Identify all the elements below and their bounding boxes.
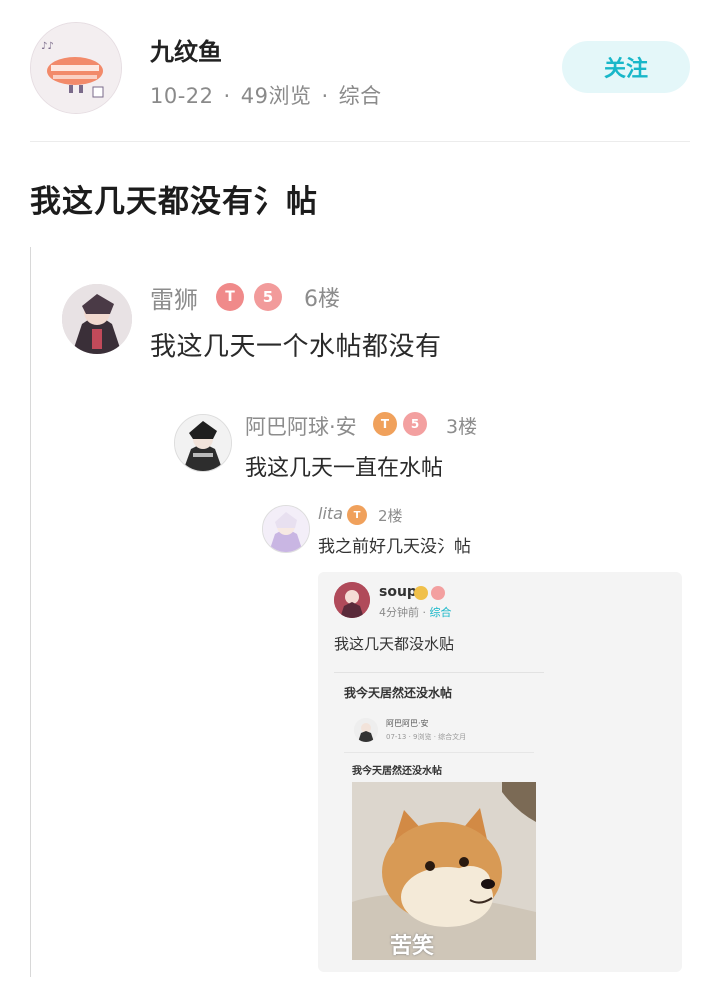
quote-avatar-3 <box>262 505 310 553</box>
meme-caption: 苦笑 <box>389 934 434 959</box>
quote-text-3: 我之前好几天没氵帖 <box>318 537 471 557</box>
quote-text-1: 我这几天一个水帖都没有 <box>150 332 442 362</box>
embedded-nested-avatar <box>354 718 378 742</box>
meta-separator: · <box>223 84 231 108</box>
author-name[interactable]: 九纹鱼 <box>150 32 222 67</box>
follow-button[interactable]: 关注 <box>562 41 690 93</box>
quote-avatar-2 <box>174 414 232 472</box>
embedded-avatar <box>334 582 370 618</box>
quote-user-3: lita <box>318 504 343 523</box>
header-divider <box>30 141 690 142</box>
embedded-category: 综合 <box>429 606 452 619</box>
quote-user-2: 阿巴阿球·安 <box>245 415 357 439</box>
embedded-text-1: 我这几天都没水贴 <box>334 635 455 653</box>
embedded-nested-meta: 07-13 · 9浏览 · 综合文月 <box>386 733 467 741</box>
post-title: 我这几天都没有氵帖 <box>30 184 318 220</box>
quote-left-border <box>30 247 31 977</box>
post-date: 10-22 <box>150 84 214 108</box>
level-badge-icon <box>414 586 428 600</box>
embedded-user: soup <box>379 584 417 600</box>
post-meta: 10-22 · 49浏览 · 综合 <box>150 80 382 110</box>
embedded-divider <box>334 672 544 673</box>
post-category[interactable]: 综合 <box>339 84 382 108</box>
rank-badge-icon: 5 <box>403 412 427 436</box>
svg-text:♪♪: ♪♪ <box>41 41 54 52</box>
meta-separator: · <box>321 84 329 108</box>
level-badge-icon: T <box>373 412 397 436</box>
embedded-divider-2 <box>344 752 534 753</box>
embedded-text-3: 我今天居然还没水帖 <box>352 766 442 777</box>
post-views: 49浏览 <box>240 84 312 108</box>
quote-text-2: 我这几天一直在水帖 <box>245 456 444 481</box>
embedded-nested-user: 阿巴阿巴·安 <box>386 719 429 728</box>
rank-badge-icon: 5 <box>254 283 282 311</box>
quote-avatar-1 <box>62 284 132 354</box>
embedded-time: 4分钟前 <box>379 606 419 619</box>
embedded-text-2: 我今天居然还没水帖 <box>344 686 453 700</box>
level-badge-icon: T <box>216 283 244 311</box>
quote-floor-3: 2楼 <box>378 507 403 525</box>
quote-floor-2: 3楼 <box>446 416 478 438</box>
level-badge-icon: T <box>347 505 367 525</box>
embedded-meta: 4分钟前 · 综合 <box>379 606 452 619</box>
rank-badge-icon <box>431 586 445 600</box>
author-avatar[interactable]: ♪♪ <box>30 22 122 114</box>
quote-user-1: 雷狮 <box>150 286 198 314</box>
quote-floor-1: 6楼 <box>304 287 340 312</box>
